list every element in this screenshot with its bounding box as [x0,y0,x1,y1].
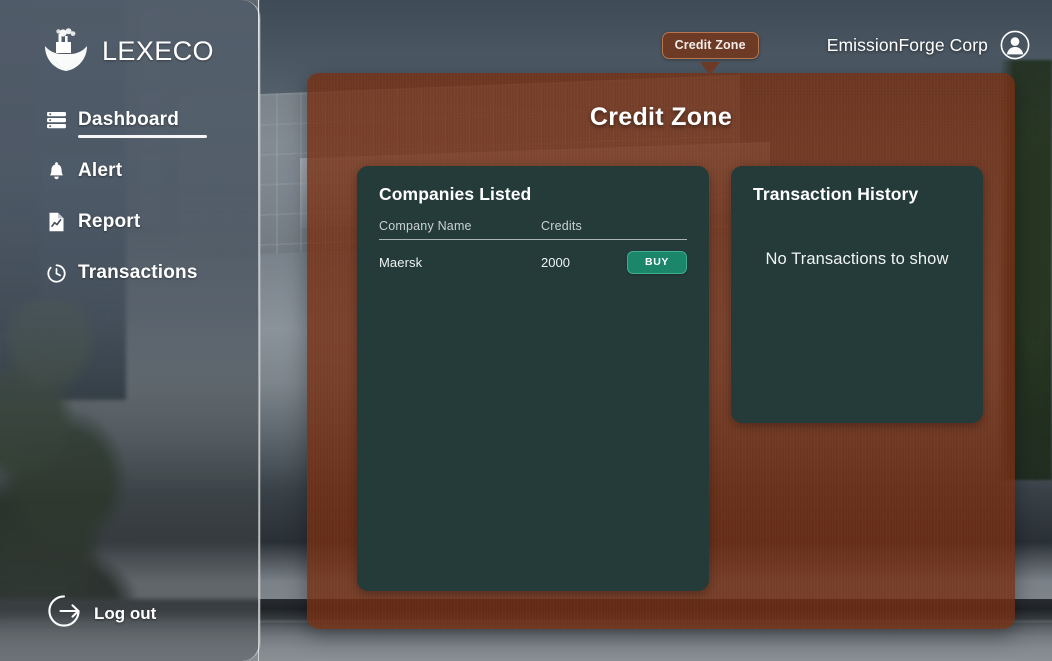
credit-zone-panel: Credit Zone Companies Listed Company Nam… [307,73,1015,629]
factory-leaf-logo-icon [40,25,92,77]
cell-company-name: Maersk [379,254,423,270]
server-stack-icon [46,110,66,130]
sidebar-item-label: Transactions [78,262,198,283]
logout-button[interactable]: Log out [46,593,156,634]
bell-icon [46,161,66,181]
sidebar-nav: Dashboard Alert Report Transactions [46,106,246,310]
tooltip-pointer-icon [700,61,721,75]
user-avatar-icon[interactable] [1000,30,1030,60]
transaction-history-card: Transaction History No Transactions to s… [731,166,983,423]
sidebar-item-label: Dashboard [78,109,180,130]
history-card-title: Transaction History [753,184,919,204]
corp-name: EmissionForge Corp [826,34,988,55]
sidebar-item-label: Report [78,211,141,232]
brand-name: LEXECO [102,35,214,66]
logout-label: Log out [94,603,157,623]
buy-button[interactable]: BUY [627,250,687,274]
companies-listed-card: Companies Listed Company Name Credits Ma… [357,166,709,591]
sidebar-item-alert[interactable]: Alert [46,157,246,185]
table-header-row: Company Name Credits [379,218,687,240]
sidebar-item-transactions[interactable]: Transactions [46,259,246,287]
cell-credits: 2000 [541,254,570,270]
clock-icon [46,263,66,283]
credit-zone-badge[interactable]: Credit Zone [661,31,759,59]
column-header-company-name: Company Name [379,219,472,233]
topbar: Credit Zone EmissionForge Corp [661,30,1030,75]
empty-state-message: No Transactions to show [765,250,949,268]
page-title: Credit Zone [589,103,733,131]
sidebar: LEXECO Dashboard Alert Report Transactio… [0,0,260,661]
logout-arrow-icon [46,593,82,634]
credit-zone-tooltip: Credit Zone [661,31,759,75]
app-root: LEXECO Dashboard Alert Report Transactio… [0,0,1052,661]
companies-table: Company Name Credits Maersk 2000 BUY [379,218,687,279]
companies-card-title: Companies Listed [379,184,532,204]
active-indicator [78,135,207,138]
brand: LEXECO [40,25,214,77]
sidebar-item-label: Alert [78,160,123,181]
table-row: Maersk 2000 BUY [379,245,687,279]
sidebar-item-report[interactable]: Report [46,208,246,236]
sidebar-item-dashboard[interactable]: Dashboard [46,106,246,138]
document-chart-icon [46,212,66,232]
column-header-credits: Credits [541,219,582,233]
